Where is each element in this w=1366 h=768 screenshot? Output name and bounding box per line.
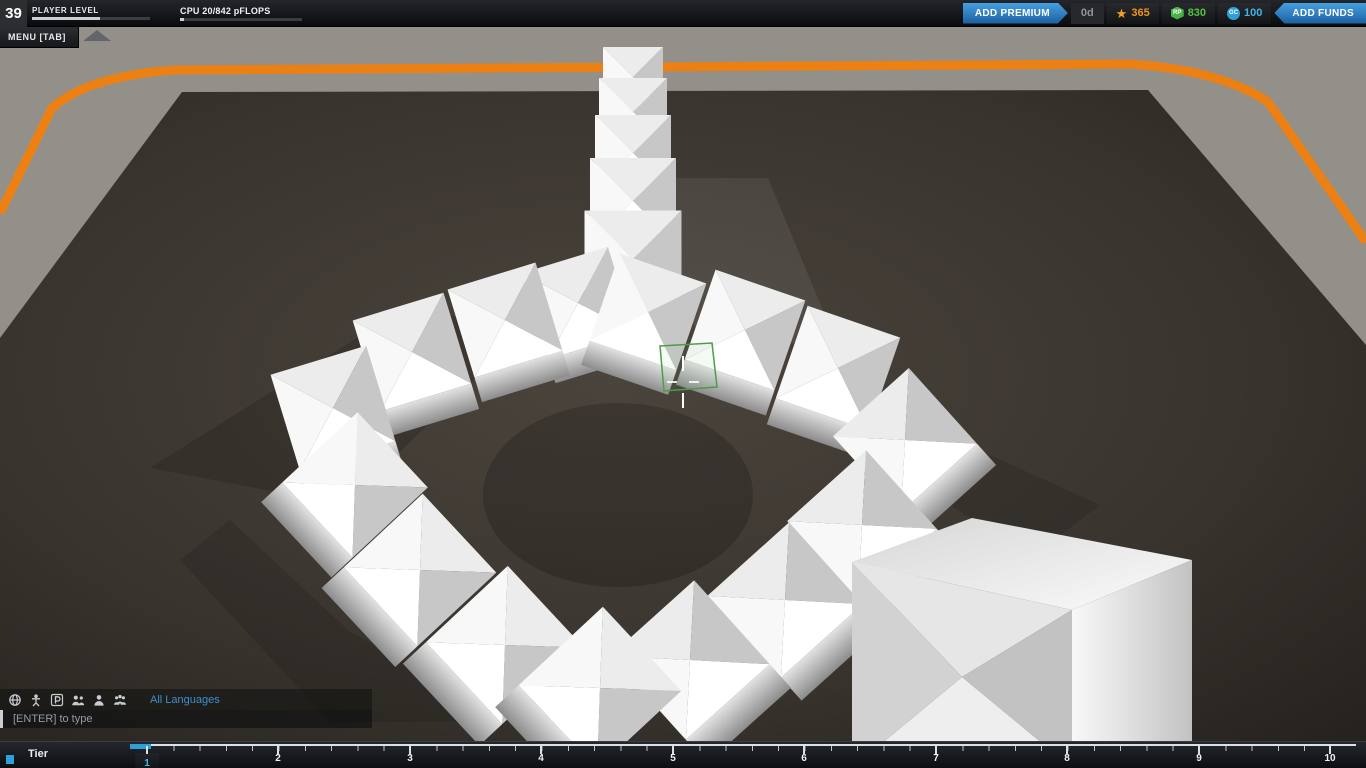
tier-number[interactable]: 10 — [1324, 753, 1335, 764]
game-window: 39 PLAYER LEVEL CPU 20/842 pFLOPS ADD PR… — [0, 0, 1366, 768]
add-funds-button[interactable]: ADD FUNDS — [1274, 2, 1366, 24]
premium-days-remaining: 0d — [1070, 2, 1104, 24]
tier-ruler-minor-ticks — [147, 746, 1331, 751]
player-level-progress — [32, 17, 150, 20]
chat-language-selector[interactable]: All Languages — [150, 694, 220, 706]
tier-number-current[interactable]: 1 — [135, 753, 159, 768]
chat-input-prompt[interactable]: [ENTER] to type — [0, 710, 372, 728]
tier-number[interactable]: 9 — [1196, 753, 1202, 764]
chevron-up-icon[interactable] — [82, 30, 111, 41]
build-viewport-3d[interactable] — [0, 0, 1366, 768]
cpu-label: CPU 20/842 pFLOPS — [180, 5, 271, 16]
rp-currency: RP 830 — [1162, 3, 1215, 24]
p-icon[interactable] — [50, 693, 64, 707]
tier-label: Tier — [28, 748, 48, 760]
player-level-block: PLAYER LEVEL — [32, 6, 150, 20]
person-icon[interactable] — [92, 693, 106, 707]
tier-bar: Tier 1 2 3 4 5 6 7 8 9 10 — [0, 741, 1366, 768]
large-cube[interactable] — [852, 518, 1192, 768]
tier-number[interactable]: 3 — [407, 753, 413, 764]
rp-count: 830 — [1187, 7, 1207, 19]
gc-count: 100 — [1244, 7, 1263, 19]
tier-number[interactable]: 2 — [275, 753, 281, 764]
currency-cluster: ADD PREMIUM 0d ★ 365 RP 830 GC 100 ADD F… — [963, 0, 1366, 27]
cpu-block: CPU 20/842 pFLOPS — [180, 6, 302, 21]
star-currency: ★ 365 — [1107, 3, 1159, 24]
tier-number[interactable]: 7 — [933, 753, 939, 764]
tier-number[interactable]: 5 — [670, 753, 676, 764]
star-icon: ★ — [1115, 5, 1128, 21]
cpu-progress — [180, 17, 302, 21]
gc-currency: GC 100 — [1218, 3, 1271, 24]
add-premium-button[interactable]: ADD PREMIUM — [963, 3, 1068, 24]
friends-icon[interactable] — [71, 693, 85, 707]
top-bar: 39 PLAYER LEVEL CPU 20/842 pFLOPS ADD PR… — [0, 0, 1366, 27]
tier-number[interactable]: 4 — [538, 753, 544, 764]
group-icon[interactable] — [113, 693, 127, 707]
chat-channel-bar: All Languages — [0, 689, 372, 710]
player-level-value: 39 — [0, 0, 27, 27]
rp-icon: RP — [1170, 6, 1184, 20]
tier-number[interactable]: 8 — [1064, 753, 1070, 764]
star-count: 365 — [1131, 7, 1150, 19]
tier-slider-start[interactable] — [6, 755, 14, 764]
tier-number[interactable]: 6 — [801, 753, 807, 764]
menu-tab-button[interactable]: MENU [TAB] — [0, 27, 79, 48]
tier-ruler[interactable]: 1 2 3 4 5 6 7 8 9 10 — [130, 744, 1356, 768]
menu-area: MENU [TAB] — [0, 27, 111, 48]
selection-box — [659, 342, 718, 392]
accessibility-icon[interactable] — [29, 693, 43, 707]
gc-icon: GC — [1227, 6, 1241, 20]
globe-icon[interactable] — [8, 693, 22, 707]
player-level-label: PLAYER LEVEL — [32, 6, 99, 15]
